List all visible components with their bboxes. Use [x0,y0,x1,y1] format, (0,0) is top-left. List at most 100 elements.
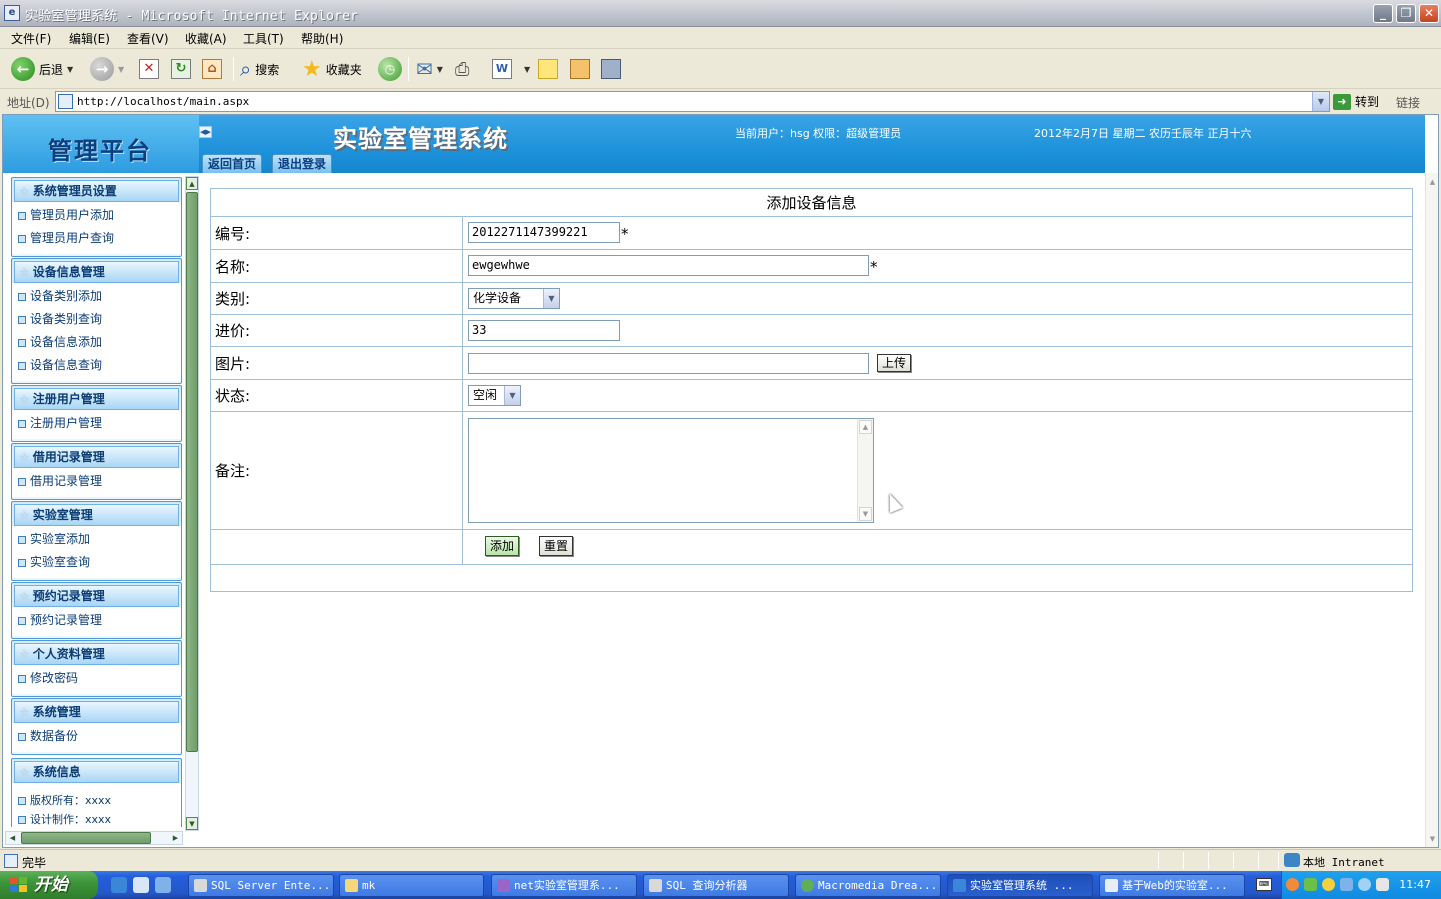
history-button[interactable]: ◷ [378,56,402,82]
refresh-button[interactable]: ↻ [171,56,191,82]
sidebar-group-header[interactable]: ☆ 预约记录管理 [14,585,179,607]
sidebar-group-header[interactable]: ☆ 注册用户管理 [14,388,179,410]
stop-button[interactable]: ✕ [139,56,159,82]
research-button[interactable] [570,56,590,82]
image-input[interactable] [468,353,869,374]
sidebar-toggle-icon[interactable]: ◀▶ [199,126,212,138]
task-net-lab[interactable]: net实验室管理系... [491,874,637,897]
scroll-up-icon[interactable]: ▲ [1426,175,1438,189]
sidebar-item-backup[interactable]: 数据备份 [14,725,179,748]
go-button[interactable]: ➜ 转到 [1333,93,1379,110]
task-folder-mk[interactable]: mk [339,874,484,897]
edit-dropdown-icon[interactable]: ▼ [524,65,530,74]
price-input[interactable]: 33 [468,320,620,341]
sidebar-item-admin-add[interactable]: 管理员用户添加 [14,204,179,227]
task-sql-query[interactable]: SQL 查询分析器 [643,874,789,897]
restore-button[interactable]: ❐ [1396,4,1416,23]
menu-view[interactable]: 查看(V) [127,30,169,47]
address-input[interactable]: http://localhost/main.aspx ▼ [55,91,1330,112]
task-lab-system-ie[interactable]: 实验室管理系统 ... [947,874,1093,897]
sidebar-item-borrow-manage[interactable]: 借用记录管理 [14,470,179,493]
back-dropdown-icon[interactable]: ▼ [67,65,73,74]
start-button[interactable]: 开始 [0,871,98,899]
mail-dropdown-icon[interactable]: ▼ [437,65,443,74]
minimize-button[interactable]: _ [1373,4,1393,23]
id-input[interactable]: 2012271147399221 [468,222,620,243]
scroll-thumb[interactable] [186,192,198,752]
ie-quicklaunch-icon[interactable] [111,877,127,893]
address-dropdown-icon[interactable]: ▼ [1312,92,1329,111]
sidebar-item-user-manage[interactable]: 注册用户管理 [14,412,179,435]
textarea-scrollbar[interactable]: ▲ ▼ [857,419,873,522]
sidebar-group-header[interactable]: ☆ 借用记录管理 [14,446,179,468]
desktop-quicklaunch-icon[interactable] [133,877,149,893]
sidebar-item-equipment-query[interactable]: 设备信息查询 [14,354,179,377]
sidebar-item-lab-query[interactable]: 实验室查询 [14,551,179,574]
keyboard-icon[interactable]: ⌨ [1256,878,1272,891]
menu-help[interactable]: 帮助(H) [301,30,343,47]
close-button[interactable]: ✕ [1419,4,1439,23]
scroll-left-icon[interactable]: ◀ [6,832,19,844]
forward-dropdown-icon[interactable]: ▼ [118,65,124,74]
menu-tools[interactable]: 工具(T) [243,30,284,47]
tray-network-icon[interactable] [1304,878,1317,891]
sidebar-item-admin-query[interactable]: 管理员用户查询 [14,227,179,250]
tray-globe-icon[interactable] [1358,878,1371,891]
messenger-button[interactable] [601,56,621,82]
forward-button[interactable]: → ▼ [90,56,124,82]
links-button[interactable]: 链接 [1396,94,1420,111]
task-sql-server[interactable]: SQL Server Ente... [188,874,334,897]
sidebar-vertical-scrollbar[interactable]: ▲ ▼ [185,176,199,831]
sidebar-item-reservation-manage[interactable]: 预约记录管理 [14,609,179,632]
sidebar-item-category-add[interactable]: 设备类别添加 [14,285,179,308]
media-quicklaunch-icon[interactable] [155,877,171,893]
sidebar-group-header[interactable]: ☆ 系统管理 [14,701,179,723]
menu-favorites[interactable]: 收藏(A) [185,30,227,47]
home-link[interactable]: 返回首页 [202,154,263,173]
scroll-up-icon[interactable]: ▲ [186,177,198,190]
scroll-right-icon[interactable]: ▶ [169,832,182,844]
sidebar-group-header[interactable]: ☆ 实验室管理 [14,504,179,526]
logout-link[interactable]: 退出登录 [272,154,333,173]
sidebar-group-header[interactable]: ☆ 设备信息管理 [14,261,179,283]
tray-app-icon[interactable] [1340,878,1353,891]
mail-button[interactable]: ✉ ▼ [416,56,443,82]
sidebar-item-category-query[interactable]: 设备类别查询 [14,308,179,331]
upload-button[interactable]: 上传 [877,354,912,372]
tray-expand-icon[interactable] [1286,878,1299,891]
home-button[interactable]: ⌂ [202,56,222,82]
edit-button[interactable]: W ▼ [492,56,530,82]
reset-button[interactable]: 重置 [539,536,574,556]
favorites-button[interactable]: ★ 收藏夹 [302,56,362,82]
tray-volume-icon[interactable] [1376,878,1389,891]
menu-file[interactable]: 文件(F) [11,30,51,47]
notes-button[interactable] [538,56,558,82]
scroll-up-icon[interactable]: ▲ [859,420,872,434]
tray-qq-icon[interactable] [1322,878,1335,891]
category-select[interactable]: 化学设备 ▼ [468,288,560,309]
scroll-thumb[interactable] [21,832,151,844]
sidebar-item-equipment-add[interactable]: 设备信息添加 [14,331,179,354]
name-input[interactable]: ewgewhwe [468,255,869,276]
status-select[interactable]: 空闲 ▼ [468,385,521,406]
remark-textarea[interactable]: ▲ ▼ [468,418,874,523]
add-button[interactable]: 添加 [485,536,520,556]
sidebar-group-header[interactable]: ☆ 个人资料管理 [14,643,179,665]
page-vertical-scrollbar[interactable]: ▲ ▼ [1425,173,1438,847]
chevron-down-icon[interactable]: ▼ [504,386,520,405]
chevron-down-icon[interactable]: ▼ [543,289,559,308]
task-dreamweaver[interactable]: Macromedia Drea... [795,874,941,897]
scroll-down-icon[interactable]: ▼ [859,507,872,521]
scroll-down-icon[interactable]: ▼ [1426,832,1438,846]
scroll-down-icon[interactable]: ▼ [186,817,198,830]
task-word-doc[interactable]: 基于Web的实验室... [1099,874,1245,897]
sidebar-item-change-password[interactable]: 修改密码 [14,667,179,690]
address-url[interactable]: http://localhost/main.aspx [77,95,249,108]
sidebar-item-lab-add[interactable]: 实验室添加 [14,528,179,551]
print-button[interactable]: ⎙ [455,56,469,82]
back-button[interactable]: ← 后退 ▼ [11,56,73,82]
sidebar-group-header[interactable]: ☆ 系统管理员设置 [14,180,179,202]
menu-edit[interactable]: 编辑(E) [69,30,110,47]
search-button[interactable]: ⌕ 搜索 [240,56,279,82]
sidebar-horizontal-scrollbar[interactable]: ◀ ▶ [5,831,183,845]
